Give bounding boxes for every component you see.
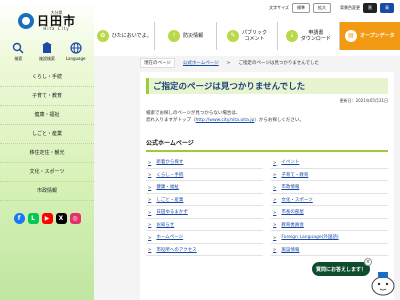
header-nav-public-comment[interactable]: ✎ パブリック コメント: [215, 22, 277, 50]
breadcrumb-separator: >: [226, 60, 231, 66]
link-item[interactable]: ホームページ: [146, 231, 263, 244]
link-item[interactable]: 市長の部屋: [271, 206, 388, 219]
line-icon[interactable]: L: [27, 213, 39, 224]
link-item[interactable]: イベント: [271, 156, 388, 169]
alert-icon: !: [168, 30, 181, 42]
not-found-message: 検索でお探しのページが見つからない場合は、 恐れ入りますがトップ（http://…: [146, 110, 388, 124]
link-item[interactable]: 健康・福祉: [146, 181, 263, 194]
facility-search-label: 施設検索: [38, 56, 55, 61]
font-standard-button[interactable]: 標準: [292, 3, 310, 13]
sidebar-item-childcare[interactable]: 子育て・教育: [0, 87, 94, 106]
header-nav-label: オープンデータ: [359, 33, 395, 39]
logo-roman: Hita City: [43, 26, 70, 31]
site-logo[interactable]: 大分県 日田市 Hita City: [0, 0, 94, 40]
sidebar-item-city-info[interactable]: 市政情報: [0, 182, 94, 201]
font-large-button[interactable]: 拡大: [313, 3, 331, 13]
message-line-1: 検索でお探しのページが見つからない場合は、: [146, 111, 241, 116]
pencil-icon: ✎: [227, 30, 239, 42]
font-size-label: 文字サイズ: [269, 5, 289, 10]
accessibility-bar: 文字サイズ 標準 拡大 背景色変更 黒 青: [94, 0, 400, 16]
x-icon[interactable]: X: [55, 213, 67, 224]
page-title: ご指定のページは見つかりませんでした: [146, 78, 388, 94]
header-nav-label: 防災情報: [183, 33, 204, 39]
color-blue-button[interactable]: 青: [380, 3, 394, 13]
sidebar-item-living[interactable]: くらし・手続: [0, 68, 94, 87]
header-nav-open-data[interactable]: ▤ オープンデータ: [338, 22, 400, 50]
breadcrumb: 現在のページ 公式ホームページ > ご指定のページは見つかりませんでした: [94, 56, 400, 70]
sns-links: f L ▶ X ◎: [0, 213, 94, 224]
sidebar-item-tourism[interactable]: 移住定住・観光: [0, 144, 94, 163]
sidebar-nav: くらし・手続 子育て・教育 健康・福祉 しごと・産業 移住定住・観光 文化・スポ…: [0, 68, 94, 201]
link-item[interactable]: Foreign Language(外国語): [271, 231, 388, 244]
links-list: 新着から探す イベント くらし・手続 子育て・教育 健康・福祉 市政情報 しごと…: [146, 156, 388, 257]
color-black-button[interactable]: 黒: [363, 3, 377, 13]
link-item[interactable]: 新着から探す: [146, 156, 263, 169]
sidebar-item-health[interactable]: 健康・福祉: [0, 106, 94, 125]
facility-search-button[interactable]: 施設検索: [33, 42, 61, 62]
search-icon: [13, 42, 24, 54]
language-button[interactable]: Language: [62, 42, 90, 62]
link-item[interactable]: 文化・スポーツ: [271, 194, 388, 207]
color-change-label: 背景色変更: [340, 5, 360, 10]
search-button[interactable]: 検索: [4, 42, 32, 62]
breadcrumb-home-link[interactable]: 公式ホームページ: [183, 60, 219, 66]
link-item[interactable]: しごと・産業: [146, 194, 263, 207]
breadcrumb-current-label: 現在のページ: [140, 58, 175, 68]
chatbot-bubble[interactable]: 質問にお答えします！: [312, 262, 370, 276]
sidebar: 大分県 日田市 Hita City 検索 施設検索 Language くらし・手…: [0, 0, 94, 300]
building-icon: [41, 42, 52, 53]
database-icon: ▤: [344, 30, 357, 42]
links-section-title: 公式ホームページ: [146, 138, 388, 153]
link-item[interactable]: くらし・手続: [146, 169, 263, 182]
instagram-icon[interactable]: ◎: [69, 213, 81, 224]
sidebar-item-business[interactable]: しごと・産業: [0, 125, 94, 144]
link-item[interactable]: 日田ゆるまかず: [146, 206, 263, 219]
link-item[interactable]: 子育て・教育: [271, 169, 388, 182]
mascot-icon[interactable]: [370, 268, 396, 296]
header-nav-welcome[interactable]: ✿ ひたにおいでよ。: [94, 22, 154, 50]
updated-date: 更新日：2021年05月31日: [339, 98, 388, 103]
city-emblem-icon: [17, 13, 34, 29]
message-line-2-post: ）からお探しください。: [254, 118, 304, 124]
breadcrumb-current: ご指定のページは見つかりませんでした: [238, 61, 320, 66]
facebook-icon[interactable]: f: [13, 213, 25, 224]
header-nav-label: パブリック コメント: [242, 30, 268, 42]
globe-icon: [70, 42, 82, 54]
header-nav-disaster[interactable]: ! 防災情報: [154, 22, 215, 50]
link-item[interactable]: 市役所へのアクセス: [146, 244, 263, 257]
youtube-icon[interactable]: ▶: [41, 213, 53, 224]
search-label: 検索: [14, 56, 23, 61]
flower-icon: ✿: [96, 30, 109, 42]
top-page-link[interactable]: http://www.city.hita.oita.jp: [196, 118, 255, 123]
header-nav-forms-download[interactable]: ↓ 申請書 ダウンロード: [277, 22, 338, 50]
chatbot-close-button[interactable]: ×: [364, 258, 372, 266]
link-item[interactable]: 市政情報: [271, 181, 388, 194]
language-label: Language: [65, 56, 86, 61]
link-item[interactable]: 教育委員会: [271, 219, 388, 232]
link-item[interactable]: 施設情報: [271, 244, 388, 257]
header-nav: ✿ ひたにおいでよ。 ! 防災情報 ✎ パブリック コメント ↓ 申請書 ダウン…: [94, 20, 400, 52]
message-line-2-pre: 恐れ入りますがトップ（: [146, 118, 196, 124]
download-icon: ↓: [285, 30, 298, 42]
sidebar-item-culture[interactable]: 文化・スポーツ: [0, 163, 94, 182]
header-nav-label: 申請書 ダウンロード: [300, 30, 331, 42]
link-item[interactable]: お知らせ: [146, 219, 263, 232]
header-nav-label: ひたにおいでよ。: [111, 33, 152, 39]
